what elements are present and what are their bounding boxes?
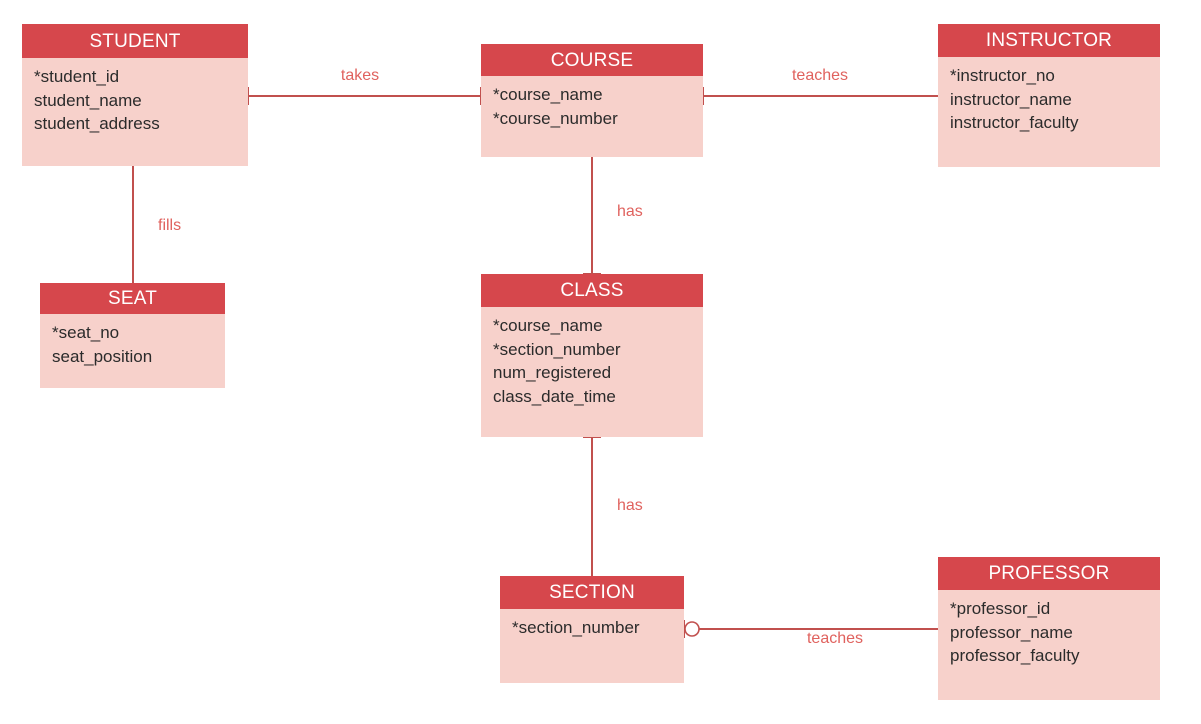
- entity-header-student: STUDENT: [22, 24, 248, 58]
- attribute-row: instructor_name: [950, 89, 1072, 109]
- attribute-row: student_address: [34, 114, 160, 133]
- entity-attributes-section: *section_number: [500, 609, 684, 683]
- relationship-label-course-teaches-instructor: teaches: [791, 67, 849, 84]
- entity-class[interactable]: CLASS *course_name *section_number num_regi…: [481, 274, 703, 437]
- attribute-row: seat_position: [52, 346, 153, 366]
- relationship-label-course-has-class: has: [617, 203, 643, 220]
- attribute-row: student_name: [34, 90, 142, 110]
- attribute-row: *professor_id: [950, 599, 1051, 618]
- entity-header-section: SECTION: [500, 576, 684, 609]
- entity-student[interactable]: STUDENT *student_id student_name student_ad…: [22, 24, 248, 166]
- relationship-label-class-has-section: has: [617, 497, 643, 514]
- relationship-label-student-takes-course: takes: [340, 67, 380, 84]
- entity-attributes-course: *course_name *course_number: [481, 76, 703, 157]
- attribute-row: num_registered: [493, 363, 612, 382]
- entity-header-seat: SEAT: [40, 283, 225, 314]
- attribute-row: instructor_faculty: [950, 113, 1079, 132]
- entity-attributes-seat: *seat_no seat_position: [40, 314, 225, 388]
- attribute-row: *section_number: [493, 339, 621, 359]
- entity-attributes-instructor: *instructor_no instructor_name instructor_…: [938, 57, 1160, 167]
- entity-attributes-professor: *professor_id professor_name professor_fac…: [938, 590, 1160, 700]
- relationship-course-has-class[interactable]: [582, 145, 602, 288]
- er-diagram-canvas: STUDENT *student_id student_name student_ad…: [0, 0, 1201, 724]
- attribute-row: *section_number: [512, 618, 640, 637]
- entity-attributes-class: *course_name *section_number num_registere…: [481, 307, 703, 437]
- entity-section[interactable]: SECTION *section_number: [500, 576, 684, 683]
- relationship-course-teaches-instructor[interactable]: [689, 86, 950, 106]
- entity-header-professor: PROFESSOR: [938, 557, 1160, 590]
- attribute-row: *course_name: [493, 85, 603, 104]
- attribute-row: *course_name: [493, 316, 603, 335]
- entity-instructor[interactable]: INSTRUCTOR *instructor_no instructor_namei…: [938, 24, 1160, 167]
- entity-header-instructor: INSTRUCTOR: [938, 24, 1160, 57]
- entity-professor[interactable]: PROFESSOR *professor_id professor_nameprof…: [938, 557, 1160, 700]
- entity-seat[interactable]: SEAT *seat_no seat_position: [40, 283, 225, 388]
- relationship-student-takes-course[interactable]: [234, 86, 495, 106]
- attribute-row: *student_id: [34, 67, 120, 86]
- relationship-class-has-section[interactable]: [582, 423, 602, 588]
- relationship-label-section-teaches-professor: teaches: [806, 630, 864, 647]
- attribute-row: *instructor_no: [950, 66, 1055, 85]
- entity-header-course: COURSE: [481, 44, 703, 76]
- entity-header-class: CLASS: [481, 274, 703, 307]
- attribute-row: professor_faculty: [950, 646, 1080, 665]
- entity-attributes-student: *student_id student_name student_address: [22, 58, 248, 166]
- attribute-row: *seat_no: [52, 323, 120, 342]
- relationship-student-fills-seat[interactable]: [124, 154, 142, 295]
- attribute-row: professor_name: [950, 622, 1073, 642]
- relationship-label-student-fills-seat: fills: [158, 217, 182, 234]
- entity-course[interactable]: COURSE *course_name *course_number: [481, 44, 703, 157]
- attribute-row: *course_number: [493, 108, 618, 128]
- attribute-row: class_date_time: [493, 386, 616, 406]
